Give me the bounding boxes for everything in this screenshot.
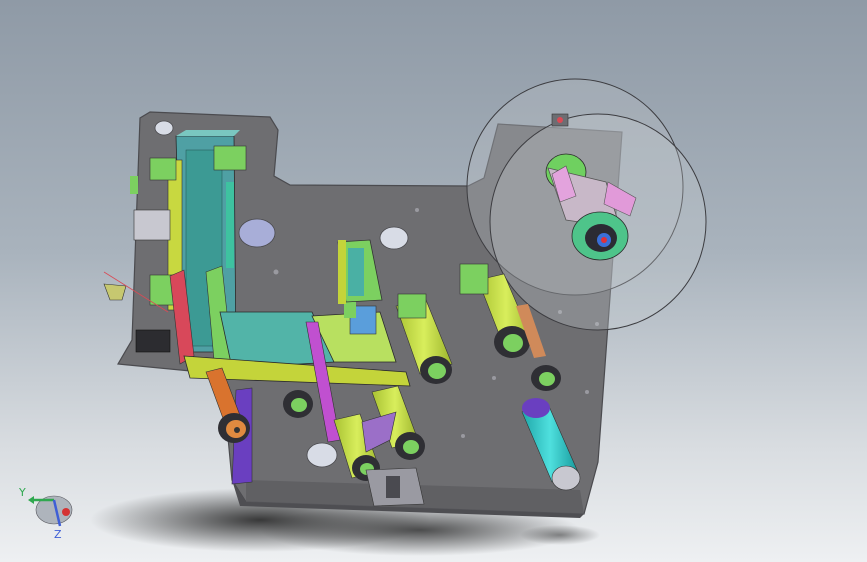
orientation-triad[interactable]: Y Z xyxy=(14,480,80,542)
bottom-guide-block xyxy=(365,467,425,507)
z-axis-label: Z xyxy=(54,528,62,541)
x-axis-dot xyxy=(62,508,70,516)
cad-viewport[interactable] xyxy=(0,0,867,562)
y-axis-label: Y xyxy=(18,486,26,499)
terminal-block xyxy=(135,329,171,353)
